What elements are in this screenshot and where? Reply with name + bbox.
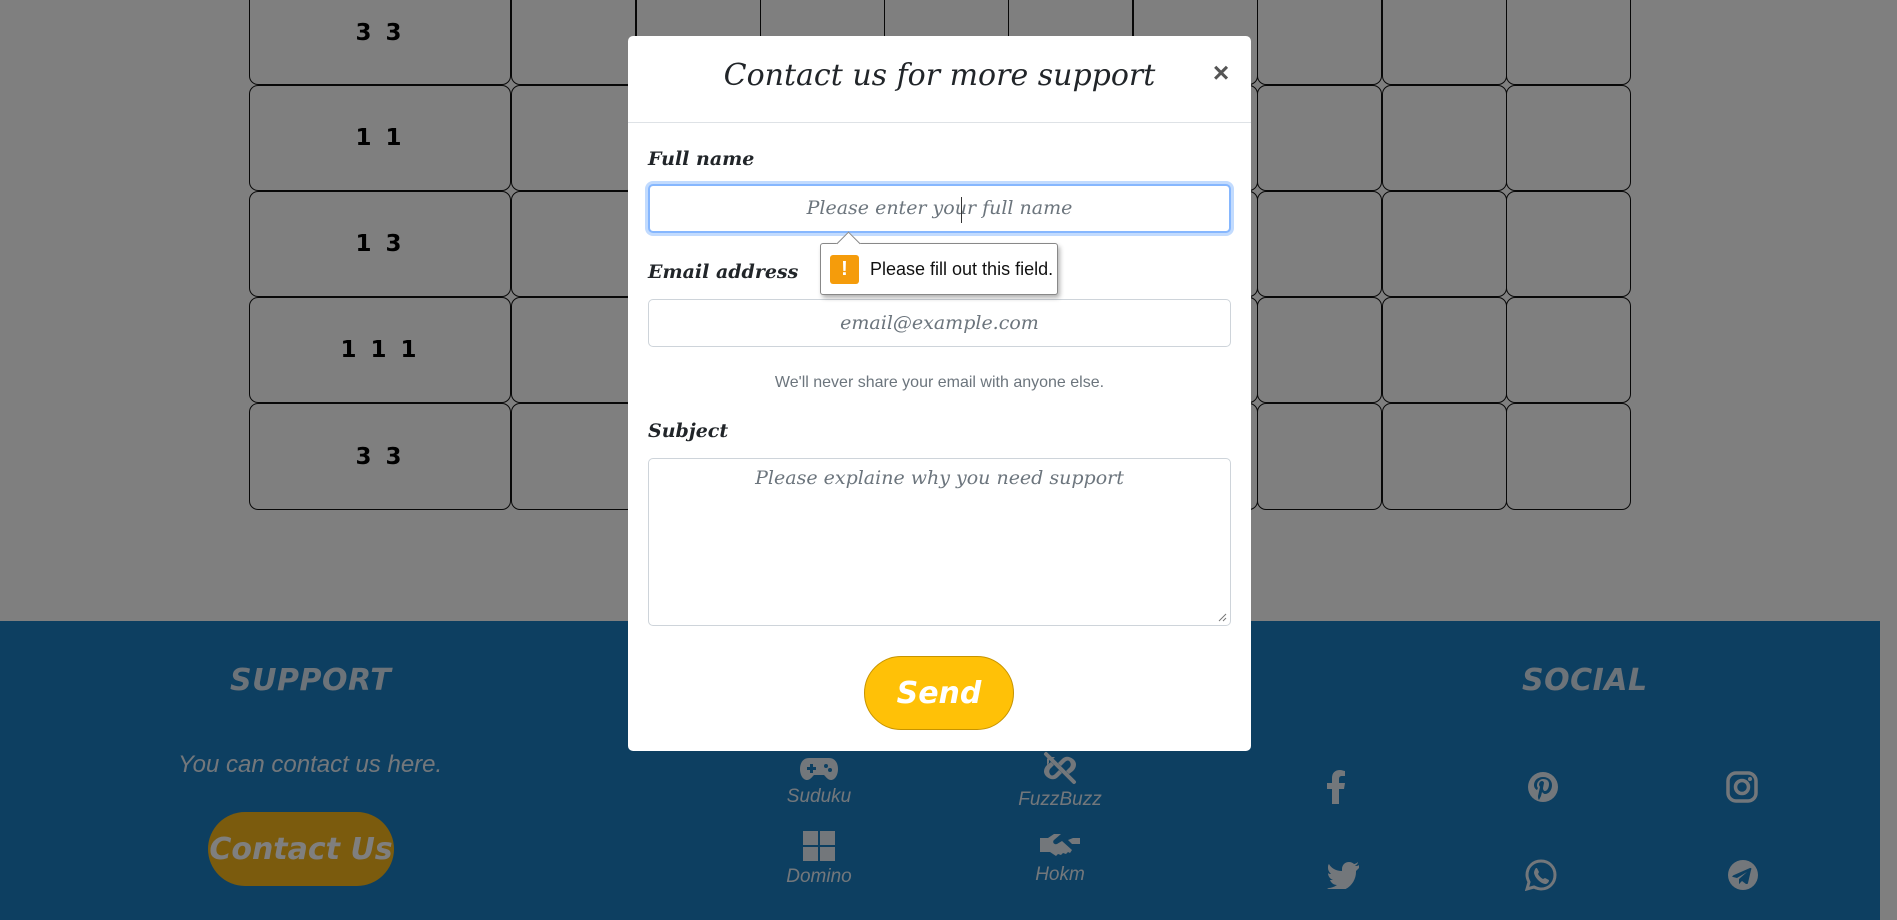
send-button[interactable]: Send bbox=[864, 656, 1014, 730]
modal-title: Contact us for more support bbox=[723, 58, 1156, 93]
validation-message: Please fill out this field. bbox=[870, 258, 1054, 279]
modal-header: Contact us for more support × bbox=[628, 36, 1251, 123]
email-help-text: We'll never share your email with anyone… bbox=[774, 374, 1105, 391]
resize-grip-icon[interactable] bbox=[1217, 612, 1227, 622]
fullname-input[interactable]: Please enter your full name bbox=[648, 184, 1231, 233]
subject-label: Subject bbox=[648, 420, 729, 442]
fullname-placeholder: Please enter your full name bbox=[806, 197, 1073, 219]
subject-textarea[interactable]: Please explaine why you need support bbox=[648, 458, 1231, 626]
email-input[interactable]: email@example.com bbox=[648, 299, 1231, 347]
fullname-label: Full name bbox=[648, 148, 755, 170]
warning-icon: ! bbox=[830, 254, 859, 284]
email-label: Email address bbox=[648, 261, 799, 283]
text-caret bbox=[961, 197, 962, 223]
close-button[interactable]: × bbox=[1206, 57, 1236, 88]
contact-modal: Contact us for more support × Full name … bbox=[628, 36, 1251, 751]
subject-placeholder: Please explaine why you need support bbox=[755, 467, 1124, 489]
validation-tooltip: ! Please fill out this field. bbox=[820, 231, 1058, 295]
email-placeholder: email@example.com bbox=[840, 312, 1039, 334]
